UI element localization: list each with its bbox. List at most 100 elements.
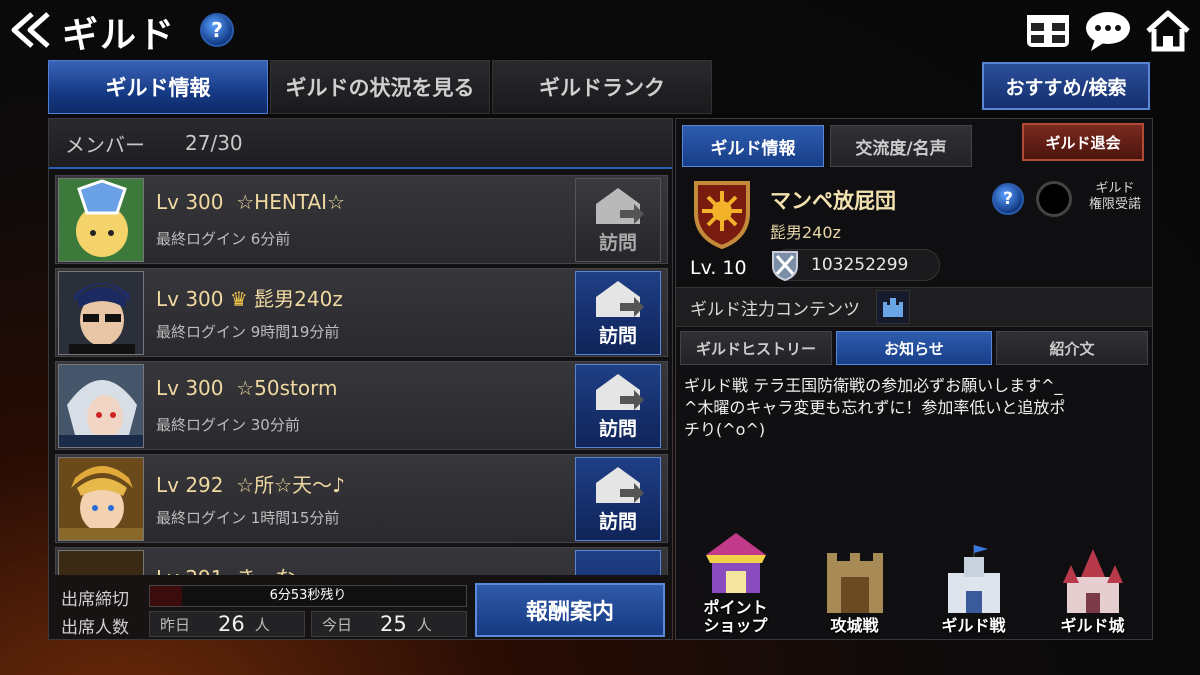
deadline-label: 出席締切 [61, 590, 129, 610]
today-unit: 人 [416, 615, 432, 634]
member-list[interactable]: Lv 300 ☆HENTAI☆ 最終ログイン 6分前 訪問 Lv 300 ♛ 髭… [55, 175, 668, 575]
today-label: 今日 [322, 615, 353, 634]
attendance-area: 出席締切 6分53秒残り 出席人数 昨日 26 人 今日 25 人 報酬案内 [49, 577, 672, 639]
member-level: Lv 291 [156, 566, 224, 575]
visit-button[interactable]: 訪問 [575, 457, 661, 541]
member-row[interactable]: Lv 300 ♛ 髭男240z 最終ログイン 9時間19分前 訪問 [55, 268, 668, 357]
member-level: Lv 292 [156, 473, 224, 497]
tab-guild-status[interactable]: ギルドの状況を見る [270, 60, 490, 114]
guild-castle-label: ギルド城 [1060, 616, 1125, 635]
guild-level: Lv. 10 [690, 257, 747, 279]
shortcut-bar: ポイント ショップ 攻城戦 ギルド戦 ギルド城 [676, 523, 1152, 639]
avatar [58, 178, 144, 262]
house-icon [596, 467, 644, 503]
siege-icon [826, 553, 883, 613]
guild-emblem-icon [690, 177, 754, 250]
tab-exchange-fame[interactable]: 交流度/名声 [830, 125, 972, 167]
crown-icon: ♛ [229, 287, 248, 311]
page-title: ギルド [62, 15, 177, 56]
tab-introduction[interactable]: 紹介文 [996, 331, 1148, 365]
recommend-search-button[interactable]: おすすめ/検索 [982, 62, 1150, 110]
guild-leader: 髭男240z [770, 223, 841, 242]
guild-castle-icon [1062, 549, 1123, 613]
yesterday-value: 26 [218, 612, 245, 636]
member-last-login: 最終ログイン 30分前 [156, 416, 300, 434]
member-row[interactable]: Lv 300 ☆HENTAI☆ 最終ログイン 6分前 訪問 [55, 175, 668, 264]
chat-icon[interactable] [1082, 8, 1134, 54]
tab-guild-info-sub[interactable]: ギルド情報 [682, 125, 824, 167]
tab-guild-history[interactable]: ギルドヒストリー [680, 331, 832, 365]
permission-toggle[interactable] [1036, 181, 1072, 217]
member-level: Lv 300 [156, 376, 224, 400]
avatar [58, 271, 144, 355]
back-icon[interactable] [10, 10, 58, 50]
today-value: 25 [380, 612, 407, 636]
tab-notice[interactable]: お知らせ [836, 331, 992, 365]
member-name: ☆50storm [236, 376, 338, 400]
member-row[interactable]: Lv 300 ☆50storm 最終ログイン 30分前 訪問 [55, 361, 668, 450]
focus-content-row: ギルド注力コンテンツ [676, 287, 1152, 327]
yesterday-unit: 人 [254, 615, 270, 634]
member-count: 27/30 [185, 131, 243, 155]
tab-guild-info[interactable]: ギルド情報 [48, 60, 268, 114]
castle-icon[interactable] [876, 290, 910, 324]
today-count: 今日 25 人 [311, 611, 467, 637]
point-shop-icon [705, 533, 766, 593]
guild-help-button[interactable]: ? [992, 183, 1024, 215]
member-row[interactable]: Lv 292 ☆所☆天～♪ 最終ログイン 1時間15分前 訪問 [55, 454, 668, 543]
member-level: Lv 300 [156, 190, 224, 214]
visit-button[interactable]: 訪問 [575, 178, 661, 262]
reward-info-button[interactable]: 報酬案内 [475, 583, 665, 637]
member-name: 髭男240z [254, 287, 343, 311]
top-bar: ギルド ? [0, 0, 1200, 58]
focus-content-label: ギルド注力コンテンツ [690, 299, 860, 320]
guild-war-icon [947, 545, 1000, 613]
tab-guild-rank[interactable]: ギルドランク [492, 60, 712, 114]
point-shop-label: ポイント ショップ [703, 598, 768, 635]
home-icon[interactable] [1142, 8, 1194, 54]
avatar [58, 364, 144, 448]
siege-button[interactable]: 攻城戦 [805, 543, 905, 635]
crossed-swords-icon [772, 251, 798, 282]
member-row[interactable]: Lv 291 きっな～ [55, 547, 668, 575]
member-name: ☆HENTAI☆ [236, 190, 345, 214]
notice-text: ギルド戦 テラ王国防衛戦の参加必ずお願いします^_ ^木曜のキャラ変更も忘れずに… [684, 376, 1066, 439]
member-header: メンバー 27/30 [49, 119, 672, 169]
yesterday-count: 昨日 26 人 [149, 611, 305, 637]
member-last-login: 最終ログイン 6分前 [156, 230, 291, 248]
guild-info-panel: ギルド情報 交流度/名声 ギルド退会 マンペ放屁団 髭男240z Lv. 10 … [675, 118, 1153, 640]
visit-button[interactable]: 訪問 [575, 364, 661, 448]
visit-label: 訪問 [598, 418, 637, 440]
house-icon [596, 281, 644, 317]
guild-war-button[interactable]: ギルド戦 [924, 543, 1024, 635]
member-panel: メンバー 27/30 Lv 300 ☆HENTAI☆ 最終ログイン 6分前 訪問… [48, 118, 673, 640]
visit-label: 訪問 [598, 232, 637, 254]
guild-points-value: 103252299 [811, 255, 909, 275]
member-name: ☆所☆天～♪ [236, 473, 345, 497]
member-name: きっな～ [236, 566, 315, 575]
guild-castle-button[interactable]: ギルド城 [1043, 543, 1143, 635]
guild-name: マンペ放屁団 [770, 189, 896, 213]
member-label: メンバー [65, 132, 145, 157]
attendance-count-label: 出席人数 [61, 618, 129, 638]
help-button[interactable]: ? [200, 13, 234, 47]
gift-box-icon[interactable] [1022, 8, 1074, 54]
avatar [58, 550, 144, 575]
member-last-login: 最終ログイン 1時間15分前 [156, 509, 340, 527]
guild-war-label: ギルド戦 [941, 616, 1006, 635]
visit-label: 訪問 [598, 325, 637, 347]
leave-guild-button[interactable]: ギルド退会 [1022, 123, 1144, 161]
visit-button[interactable] [575, 550, 661, 575]
point-shop-button[interactable]: ポイント ショップ [686, 525, 786, 635]
deadline-progress: 6分53秒残り [149, 585, 467, 607]
avatar [58, 457, 144, 541]
guild-points: 103252299 [772, 249, 940, 282]
siege-label: 攻城戦 [830, 616, 879, 635]
visit-button[interactable]: 訪問 [575, 271, 661, 355]
member-last-login: 最終ログイン 9時間19分前 [156, 323, 340, 341]
member-level: Lv 300 [156, 287, 224, 311]
house-icon [596, 374, 644, 410]
visit-label: 訪問 [598, 511, 637, 533]
deadline-text: 6分53秒残り [269, 588, 347, 603]
permission-label: ギルド 権限受諾 [1088, 181, 1141, 212]
